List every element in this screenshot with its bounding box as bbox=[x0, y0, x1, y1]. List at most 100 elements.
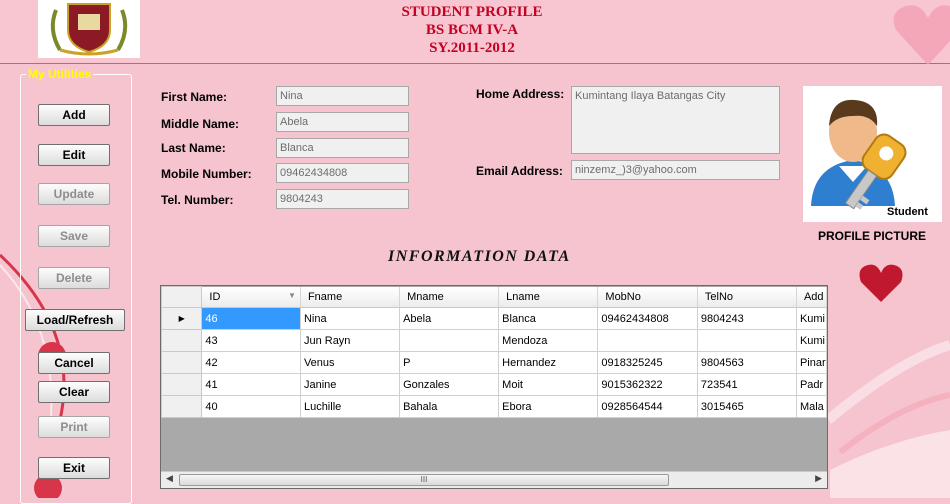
last-name-label: Last Name: bbox=[161, 141, 226, 155]
home-address-field[interactable]: Kumintang Ilaya Batangas City bbox=[571, 86, 780, 154]
middle-name-label: Middle Name: bbox=[161, 117, 240, 131]
profile-badge: Student bbox=[887, 206, 928, 218]
table-row[interactable]: 41 Janine Gonzales Moit 9015362322 72354… bbox=[161, 373, 827, 396]
column-header-fname[interactable]: Fname bbox=[300, 286, 401, 308]
cell-telno[interactable]: 9804243 bbox=[696, 307, 797, 330]
header-bar: STUDENT PROFILE BS BCM IV-A SY.2011-2012 bbox=[0, 0, 950, 65]
cell-address[interactable]: Kumi bbox=[795, 307, 827, 330]
cell-mname[interactable] bbox=[399, 329, 500, 352]
cell-lname[interactable]: Hernandez bbox=[498, 351, 599, 374]
edit-button[interactable]: Edit bbox=[38, 144, 110, 166]
cell-telno[interactable] bbox=[696, 329, 797, 352]
row-header[interactable] bbox=[161, 329, 203, 352]
cell-telno[interactable]: 9804563 bbox=[696, 351, 797, 374]
column-header-mname[interactable]: Mname bbox=[399, 286, 500, 308]
cell-mname[interactable]: Gonzales bbox=[399, 373, 500, 396]
column-header-telno[interactable]: TelNo bbox=[697, 286, 797, 308]
cell-lname[interactable]: Blanca bbox=[498, 307, 599, 330]
cell-id[interactable]: 41 bbox=[201, 373, 301, 396]
cell-id[interactable]: 42 bbox=[201, 351, 301, 374]
table-row[interactable]: 40 Luchille Bahala Ebora 0928564544 3015… bbox=[161, 395, 827, 418]
column-header-label: ID bbox=[209, 290, 221, 303]
information-data-title: INFORMATION DATA bbox=[388, 248, 571, 265]
update-button[interactable]: Update bbox=[38, 183, 110, 205]
load-refresh-button[interactable]: Load/Refresh bbox=[25, 309, 125, 331]
cell-address[interactable]: Mala bbox=[795, 395, 827, 418]
column-header-lname[interactable]: Lname bbox=[498, 286, 599, 308]
add-button[interactable]: Add bbox=[38, 104, 110, 126]
tel-number-label: Tel. Number: bbox=[161, 193, 234, 207]
form-title: STUDENT PROFILE BS BCM IV-A SY.2011-2012 bbox=[372, 3, 572, 57]
cell-lname[interactable]: Moit bbox=[498, 373, 599, 396]
home-address-label: Home Address: bbox=[476, 87, 565, 101]
cell-mname[interactable]: Abela bbox=[399, 307, 500, 330]
email-address-field[interactable]: ninzemz_)3@yahoo.com bbox=[571, 160, 780, 180]
utilities-groupbox bbox=[20, 74, 132, 504]
current-row-marker-icon: ▶ bbox=[161, 307, 203, 330]
student-avatar-icon: Student bbox=[811, 99, 928, 218]
cell-address[interactable]: Padr bbox=[795, 373, 827, 396]
exit-button[interactable]: Exit bbox=[38, 457, 110, 479]
cell-fname[interactable]: Luchille bbox=[299, 395, 401, 418]
first-name-label: First Name: bbox=[161, 90, 228, 104]
profile-picture-label: PROFILE PICTURE bbox=[817, 229, 926, 243]
first-name-field[interactable]: Nina bbox=[276, 86, 409, 106]
table-row[interactable]: ▶ 46 Nina Abela Blanca 09462434808 98042… bbox=[161, 307, 827, 330]
title-line-2: BS BCM IV-A bbox=[425, 22, 519, 38]
column-header-address[interactable]: Add bbox=[796, 286, 827, 308]
email-address-label: Email Address: bbox=[476, 164, 563, 178]
cell-telno[interactable]: 3015465 bbox=[696, 395, 797, 418]
cell-lname[interactable]: Mendoza bbox=[498, 329, 599, 352]
row-header[interactable] bbox=[161, 373, 203, 396]
profile-picture[interactable]: Student bbox=[803, 86, 942, 222]
grid-header-row: ID ▼ Fname Mname Lname MobNo TelNo Add bbox=[161, 286, 827, 308]
title-line-3: SY.2011-2012 bbox=[429, 40, 515, 56]
heart-decoration-top bbox=[893, 5, 950, 65]
column-header-mobno[interactable]: MobNo bbox=[597, 286, 698, 308]
cell-mname[interactable]: P bbox=[399, 351, 500, 374]
scrollbar-thumb[interactable]: III bbox=[179, 474, 669, 486]
print-button[interactable]: Print bbox=[38, 416, 110, 438]
column-header-id[interactable]: ID ▼ bbox=[201, 286, 301, 308]
cell-fname[interactable]: Nina bbox=[299, 307, 401, 330]
row-header[interactable] bbox=[161, 395, 203, 418]
mobile-number-label: Mobile Number: bbox=[161, 167, 252, 181]
cancel-button[interactable]: Cancel bbox=[38, 352, 110, 374]
utilities-legend: My Utilities bbox=[26, 67, 94, 81]
scroll-left-arrow-icon[interactable]: ◀ bbox=[166, 473, 173, 484]
cell-mobno[interactable]: 9015362322 bbox=[597, 373, 698, 396]
information-data-grid[interactable]: ID ▼ Fname Mname Lname MobNo TelNo Add ▶ … bbox=[160, 285, 828, 489]
cell-address[interactable]: Pinar bbox=[795, 351, 827, 374]
tel-number-field[interactable]: 9804243 bbox=[276, 189, 409, 209]
cell-mobno[interactable]: 09462434808 bbox=[597, 307, 698, 330]
grid-corner bbox=[161, 286, 203, 308]
cell-address[interactable]: Kumi bbox=[795, 329, 827, 352]
cell-telno[interactable]: 723541 bbox=[696, 373, 797, 396]
cell-id[interactable]: 40 bbox=[201, 395, 301, 418]
cell-mname[interactable]: Bahala bbox=[399, 395, 500, 418]
scroll-right-arrow-icon[interactable]: ▶ bbox=[815, 473, 822, 484]
sort-arrow-icon: ▼ bbox=[288, 290, 296, 300]
last-name-field[interactable]: Blanca bbox=[276, 138, 409, 158]
cell-mobno[interactable] bbox=[597, 329, 698, 352]
cell-mobno[interactable]: 0918325245 bbox=[597, 351, 698, 374]
heart-decoration-right bbox=[859, 264, 903, 302]
cell-fname[interactable]: Janine bbox=[299, 373, 401, 396]
middle-name-field[interactable]: Abela bbox=[276, 112, 409, 132]
cell-id[interactable]: 43 bbox=[201, 329, 301, 352]
title-line-1: STUDENT PROFILE bbox=[401, 4, 543, 20]
horizontal-scrollbar[interactable]: ◀ III ▶ bbox=[161, 471, 827, 488]
cell-fname[interactable]: Jun Rayn bbox=[299, 329, 401, 352]
cell-mobno[interactable]: 0928564544 bbox=[597, 395, 698, 418]
table-row[interactable]: 42 Venus P Hernandez 0918325245 9804563 … bbox=[161, 351, 827, 374]
row-header[interactable] bbox=[161, 351, 203, 374]
table-row[interactable]: 43 Jun Rayn Mendoza Kumi bbox=[161, 329, 827, 352]
delete-button[interactable]: Delete bbox=[38, 267, 110, 289]
cell-lname[interactable]: Ebora bbox=[498, 395, 599, 418]
school-logo bbox=[38, 0, 140, 58]
clear-button[interactable]: Clear bbox=[38, 381, 110, 403]
save-button[interactable]: Save bbox=[38, 225, 110, 247]
cell-fname[interactable]: Venus bbox=[299, 351, 401, 374]
mobile-number-field[interactable]: 09462434808 bbox=[276, 163, 409, 183]
cell-id[interactable]: 46 bbox=[201, 307, 301, 330]
